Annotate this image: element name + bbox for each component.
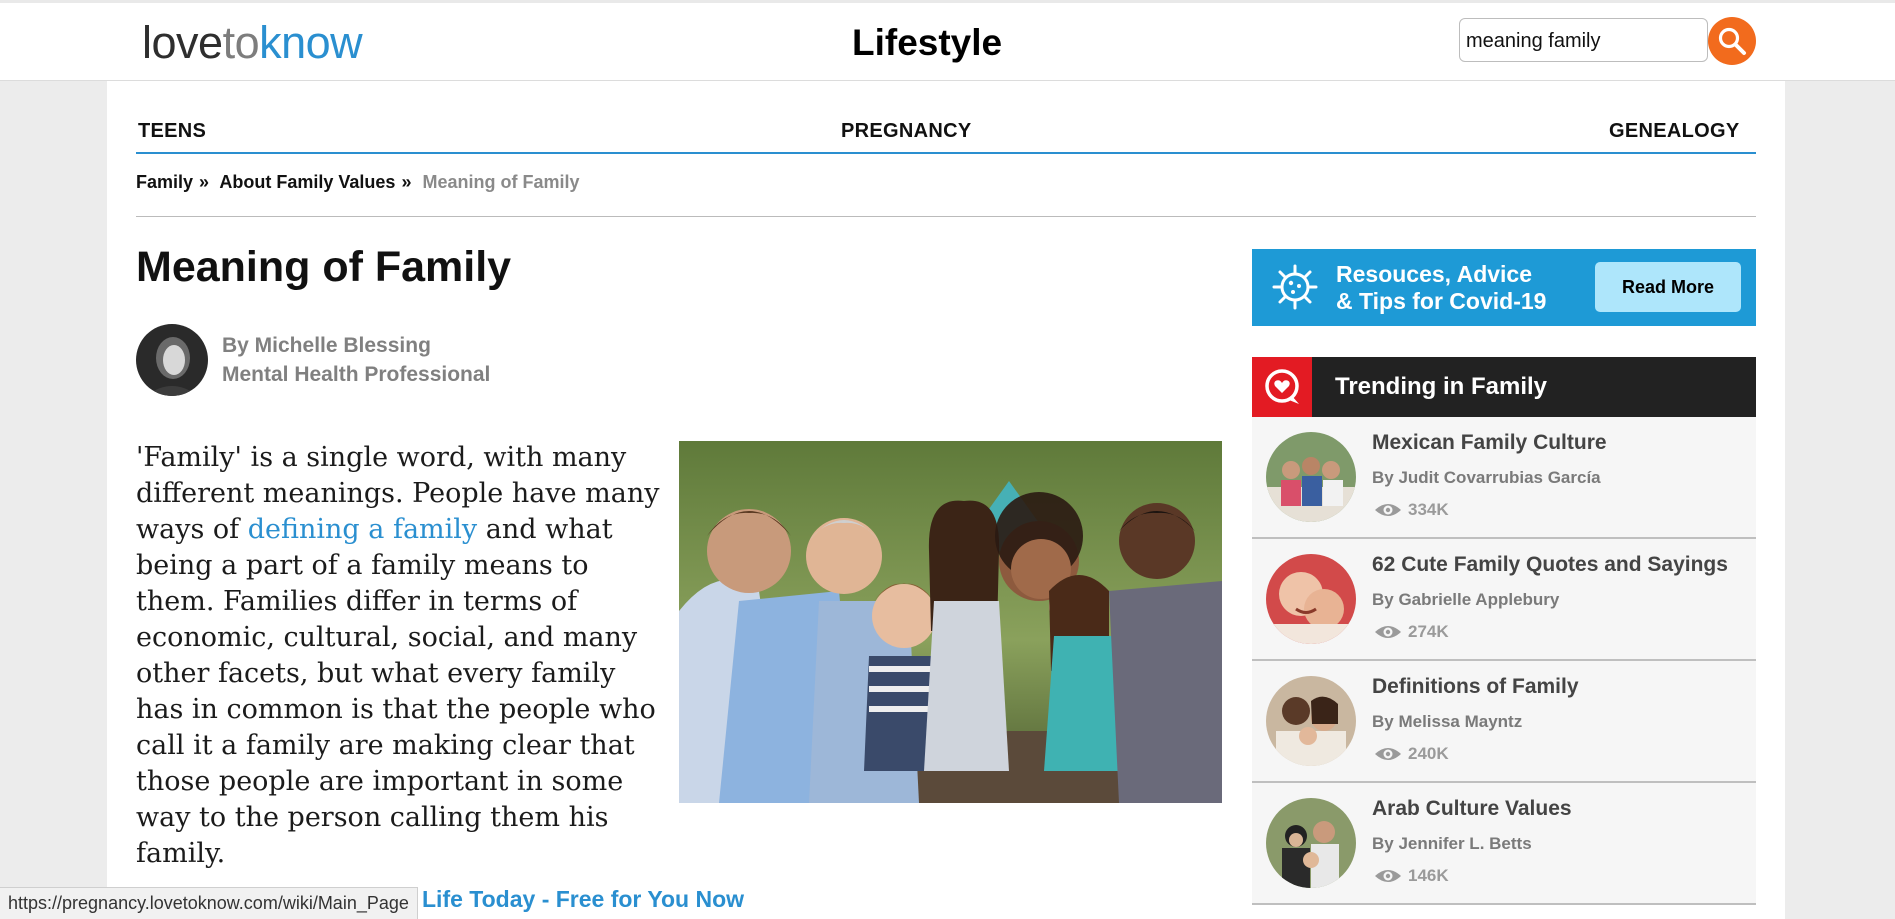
trending-list: Mexican Family Culture By Judit Covarrub… [1252,417,1756,905]
search-button[interactable] [1708,17,1756,65]
article-body: 'Family' is a single word, with many dif… [136,440,671,872]
nav-item-teens[interactable]: TEENS [138,120,206,143]
search-box[interactable] [1459,18,1708,62]
breadcrumb-current: Meaning of Family [422,172,580,192]
trending-item-views: 334K [1408,500,1449,519]
covid-banner-text: Resouces, Advice & Tips for Covid-19 [1336,261,1546,315]
virus-icon [1272,264,1318,310]
covid-banner-line2: & Tips for Covid-19 [1336,288,1547,314]
search-input[interactable] [1464,25,1658,57]
trending-item-title[interactable]: Arab Culture Values [1372,797,1572,821]
eye-icon [1375,870,1401,882]
trending-item-title[interactable]: Definitions of Family [1372,675,1579,699]
trending-header: Trending in Family [1252,357,1756,417]
trending-item-author: By Judit Covarrubias García [1372,468,1601,487]
category-nav: TEENS PREGNANCY GENEALOGY [136,110,1756,154]
trending-item-author: By Jennifer L. Betts [1372,834,1532,853]
breadcrumb-separator: » [199,172,210,192]
covid-banner-line1: Resouces, Advice [1336,261,1533,287]
section-title[interactable]: Lifestyle [852,22,1002,64]
trending-thumbnail[interactable] [1266,676,1356,766]
promo-link[interactable]: Life Today - Free for You Now [422,886,744,913]
breadcrumb-link-family[interactable]: Family [136,172,193,192]
site-logo[interactable]: lovetoknow [142,17,363,69]
article-text: and what being a part of a family means … [136,514,656,869]
trending-item[interactable]: Arab Culture Values By Jennifer L. Betts… [1252,783,1756,905]
eye-icon [1375,504,1401,516]
trending-item-views: 240K [1408,744,1449,763]
divider [136,216,1756,217]
breadcrumb-link-about-family-values[interactable]: About Family Values [219,172,395,192]
trending-thumbnail[interactable] [1266,432,1356,522]
covid-banner[interactable]: Resouces, Advice & Tips for Covid-19 Rea… [1252,249,1756,326]
trending-thumbnail[interactable] [1266,554,1356,644]
trending-item[interactable]: Definitions of Family By Melissa Mayntz … [1252,661,1756,783]
author-role: Mental Health Professional [222,363,491,386]
trending-item-author: By Melissa Mayntz [1372,712,1523,731]
author-name[interactable]: By Michelle Blessing [222,334,431,358]
search-icon [1718,27,1746,55]
author-avatar[interactable] [136,324,208,396]
trending-item-views: 274K [1408,622,1449,641]
trending-badge [1252,357,1312,417]
trending-item[interactable]: Mexican Family Culture By Judit Covarrub… [1252,417,1756,539]
logo-text-to: to [222,17,260,68]
nav-item-genealogy[interactable]: GENEALOGY [1609,120,1740,143]
defining-a-family-link[interactable]: defining a family [248,514,477,545]
breadcrumb-separator: » [401,172,412,192]
trending-item-title[interactable]: 62 Cute Family Quotes and Sayings [1372,553,1728,577]
logo-text-know: know [259,17,363,68]
trending-item-views: 146K [1408,866,1449,885]
trending-item[interactable]: 62 Cute Family Quotes and Sayings By Gab… [1252,539,1756,661]
heart-chat-icon [1265,369,1299,404]
trending-item-author: By Gabrielle Applebury [1372,590,1560,609]
eye-icon [1375,626,1401,638]
logo-text-love: love [142,17,223,68]
family-photo [679,441,1222,803]
eye-icon [1375,748,1401,760]
trending-item-title[interactable]: Mexican Family Culture [1372,431,1607,455]
page-title: Meaning of Family [136,243,512,291]
trending-thumbnail[interactable] [1266,798,1356,888]
browser-status-url: https://pregnancy.lovetoknow.com/wiki/Ma… [0,887,418,919]
nav-item-pregnancy[interactable]: PREGNANCY [841,120,972,143]
breadcrumb: Family » About Family Values » Meaning of … [136,172,580,193]
read-more-button[interactable]: Read More [1595,262,1741,312]
trending-title: Trending in Family [1335,373,1548,400]
